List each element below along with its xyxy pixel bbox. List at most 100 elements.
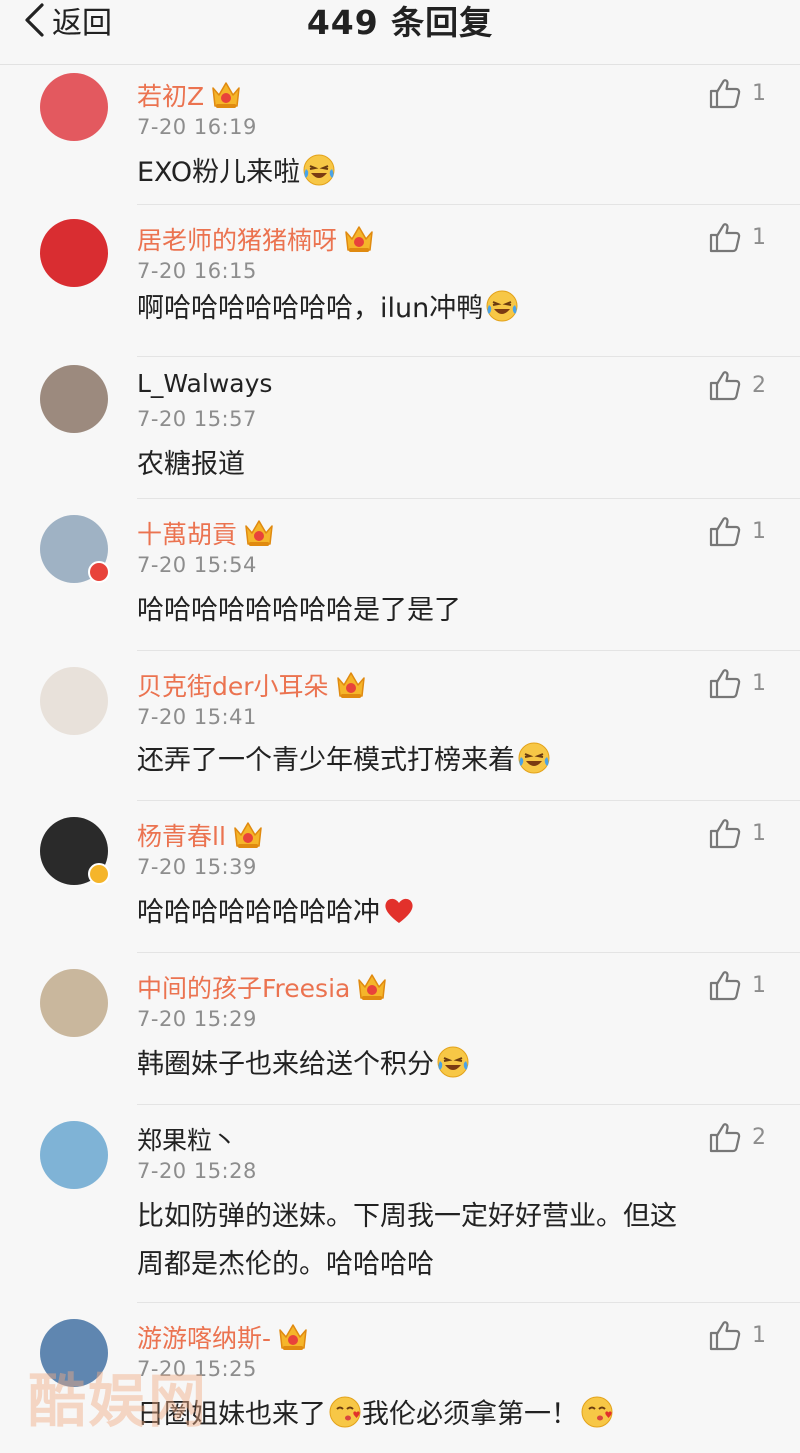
username-text: 十萬胡貢 <box>137 520 238 549</box>
like-count: 2 <box>752 1124 766 1150</box>
comment-item[interactable]: 中间的孩子Freesia 7-20 15:29 韩圈妹子也来给送个积分 1 <box>0 953 800 1105</box>
comment-text-body: 农糖报道 <box>137 449 245 480</box>
username-text: 郑果粒丶 <box>137 1126 238 1155</box>
comment-text: 比如防弹的迷妹。下周我一定好好营业。但这 周都是杰伦的。哈哈哈哈 <box>137 1193 757 1289</box>
comment-time: 7-20 15:54 <box>137 553 257 577</box>
thumbs-up-icon <box>709 1321 741 1351</box>
like-count: 2 <box>752 372 766 398</box>
vip-crown-icon <box>336 672 365 698</box>
comment-time: 7-20 16:15 <box>137 259 257 283</box>
comment-item[interactable]: 贝克街der小耳朵 7-20 15:41 还弄了一个青少年模式打榜来着 1 <box>0 651 800 801</box>
like-count: 1 <box>752 518 766 544</box>
username-text: 居老师的猪猪楠呀 <box>137 226 338 255</box>
username[interactable]: 贝克街der小耳朵 <box>137 667 367 703</box>
like-button[interactable]: 1 <box>708 1319 766 1351</box>
laughing-tears-emoji <box>303 154 335 186</box>
avatar[interactable] <box>40 969 108 1037</box>
username[interactable]: 郑果粒丶 <box>137 1121 237 1157</box>
comment-text: 还弄了一个青少年模式打榜来着 <box>137 737 757 785</box>
comment-item[interactable]: 居老师的猪猪楠呀 7-20 16:15 啊哈哈哈哈哈哈哈，ilun冲鸭 1 <box>0 205 800 357</box>
comment-item[interactable]: 杨青春ll 7-20 15:39 哈哈哈哈哈哈哈哈冲 1 <box>0 801 800 953</box>
comment-text-body: 哈哈哈哈哈哈哈哈是了是了 <box>137 595 461 626</box>
username-text: 若初Z <box>137 82 205 111</box>
comment-text-body: 韩圈妹子也来给送个积分 <box>137 1049 434 1080</box>
kiss-emoji <box>329 1396 361 1428</box>
like-button[interactable]: 2 <box>708 1121 766 1153</box>
thumbs-up-icon <box>709 819 741 849</box>
thumbs-up-icon <box>709 517 741 547</box>
vip-crown-icon <box>212 82 240 108</box>
vip-crown-icon <box>279 1324 307 1350</box>
comment-text: 哈哈哈哈哈哈哈哈冲 <box>137 889 757 937</box>
comment-text: 农糖报道 <box>137 441 757 489</box>
thumbs-up-icon <box>709 971 741 1001</box>
avatar[interactable] <box>40 1121 108 1189</box>
comment-text: 啊哈哈哈哈哈哈哈，ilun冲鸭 <box>137 285 757 333</box>
comment-text-body: 比如防弹的迷妹。下周我一定好好营业。但这 周都是杰伦的。哈哈哈哈 <box>137 1201 677 1280</box>
laughing-tears-emoji <box>518 742 550 774</box>
like-button[interactable]: 1 <box>708 515 766 547</box>
vip-crown-icon <box>245 520 273 546</box>
kiss-emoji <box>581 1396 613 1428</box>
comment-text: EXO粉儿来啦 <box>137 149 757 197</box>
like-button[interactable]: 1 <box>708 221 766 253</box>
thumbs-up-icon <box>709 1123 741 1153</box>
laughing-tears-emoji <box>437 1046 469 1078</box>
verified-badge <box>88 863 110 885</box>
avatar[interactable] <box>40 219 108 287</box>
vip-crown-icon <box>234 822 262 848</box>
vip-crown-icon <box>358 974 387 1000</box>
like-count: 1 <box>752 80 766 106</box>
comment-text-body: EXO粉儿来啦 <box>137 157 301 188</box>
like-button[interactable]: 1 <box>708 817 766 849</box>
avatar[interactable] <box>40 73 108 141</box>
like-button[interactable]: 2 <box>708 369 766 401</box>
comment-text-tail: 我伦必须拿第一！ <box>362 1399 578 1430</box>
red-heart-emoji <box>385 898 413 923</box>
laughing-tears-emoji <box>486 290 518 322</box>
thumbs-up-icon <box>709 223 741 253</box>
username[interactable]: L_Walways <box>137 369 272 398</box>
username-text: L_Walways <box>137 369 273 398</box>
username-text: 游游喀纳斯- <box>137 1324 272 1353</box>
avatar[interactable] <box>40 365 108 433</box>
comment-item[interactable]: L_Walways 7-20 15:57 农糖报道 2 <box>0 357 800 499</box>
like-count: 1 <box>752 670 766 696</box>
avatar[interactable] <box>40 515 110 583</box>
avatar[interactable] <box>40 817 110 885</box>
like-count: 1 <box>752 1322 766 1348</box>
thumbs-up-icon <box>709 79 741 109</box>
comment-time: 7-20 15:29 <box>137 1007 257 1031</box>
comment-item[interactable]: 十萬胡貢 7-20 15:54 哈哈哈哈哈哈哈哈是了是了 1 <box>0 499 800 651</box>
comment-text: 日圈姐妹也来了 我伦必须拿第一！ <box>137 1391 757 1439</box>
comment-time: 7-20 15:57 <box>137 407 257 431</box>
verified-badge <box>88 561 110 583</box>
username-text: 杨青春ll <box>137 822 226 851</box>
username[interactable]: 中间的孩子Freesia <box>137 969 388 1005</box>
username[interactable]: 若初Z <box>137 77 242 113</box>
like-count: 1 <box>752 972 766 998</box>
username-text: 中间的孩子Freesia <box>137 974 351 1003</box>
comment-time: 7-20 16:19 <box>137 115 257 139</box>
avatar[interactable] <box>40 667 108 735</box>
username[interactable]: 游游喀纳斯- <box>137 1319 309 1355</box>
comment-item[interactable]: 郑果粒丶 7-20 15:28 比如防弹的迷妹。下周我一定好好营业。但这 周都是杰伦… <box>0 1105 800 1303</box>
username[interactable]: 十萬胡貢 <box>137 515 275 551</box>
username[interactable]: 居老师的猪猪楠呀 <box>137 221 375 257</box>
like-button[interactable]: 1 <box>708 969 766 1001</box>
comment-text-body: 哈哈哈哈哈哈哈哈冲 <box>137 897 380 928</box>
watermark: 酷娱网 <box>28 1367 209 1435</box>
comment-time: 7-20 15:39 <box>137 855 257 879</box>
like-count: 1 <box>752 820 766 846</box>
like-button[interactable]: 1 <box>708 667 766 699</box>
comment-time: 7-20 15:41 <box>137 705 257 729</box>
like-button[interactable]: 1 <box>708 77 766 109</box>
comment-text: 韩圈妹子也来给送个积分 <box>137 1041 757 1089</box>
like-count: 1 <box>752 224 766 250</box>
comment-text: 哈哈哈哈哈哈哈哈是了是了 <box>137 587 757 635</box>
username-text: 贝克街der小耳朵 <box>137 672 329 701</box>
comment-item[interactable]: 若初Z 7-20 16:19 EXO粉儿来啦 1 <box>0 65 800 205</box>
username[interactable]: 杨青春ll <box>137 817 264 853</box>
comment-time: 7-20 15:28 <box>137 1159 257 1183</box>
thumbs-up-icon <box>709 669 741 699</box>
